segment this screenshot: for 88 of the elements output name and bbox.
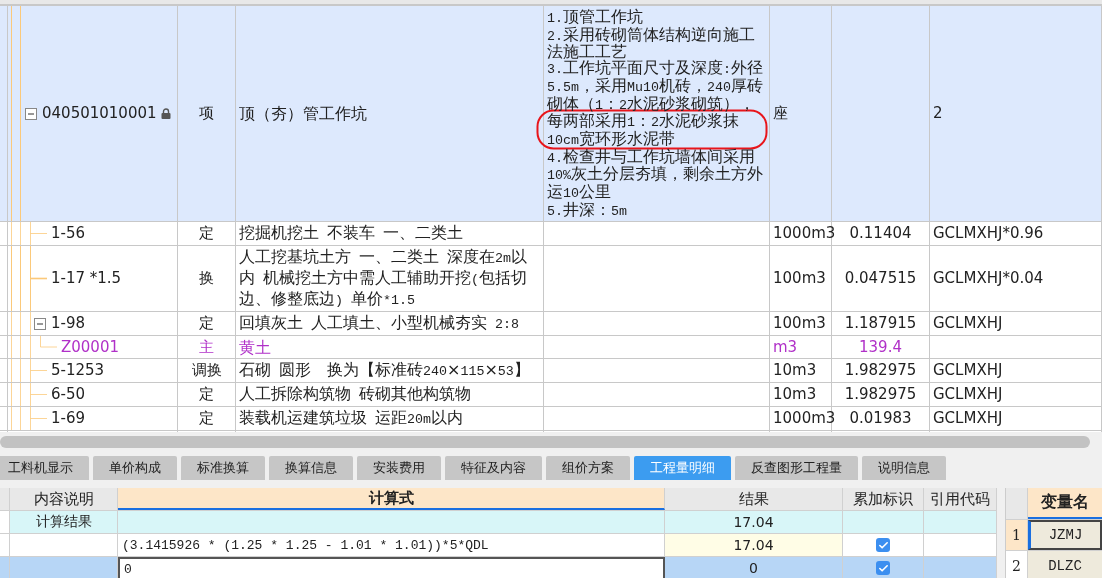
tab[interactable]: 工料机显示 <box>0 456 89 480</box>
item-type: 主 <box>199 337 214 357</box>
item-expression: GCLMXHJ <box>933 385 1003 405</box>
item-quantity: 139.4 <box>859 337 902 357</box>
result-cell: 0 <box>665 557 843 578</box>
item-quantity: 1.982975 <box>844 361 917 381</box>
item-code: 1-17 *1.5 <box>51 269 122 289</box>
tab[interactable]: 单价构成 <box>93 456 177 480</box>
column-header: 结果 <box>665 488 843 510</box>
item-type: 定 <box>199 314 214 334</box>
item-quantity: 0.01983 <box>849 409 912 429</box>
tab[interactable]: 安装费用 <box>357 456 441 480</box>
item-code: 1-56 <box>51 224 86 244</box>
tab[interactable]: 组价方案 <box>546 456 630 480</box>
item-name: 人工拆除构筑物 砖砌其他构筑物 <box>239 384 471 406</box>
horizontal-scrollbar[interactable] <box>0 436 1090 448</box>
item-unit: m3 <box>773 337 798 357</box>
formula-cell[interactable] <box>118 511 665 533</box>
item-unit: 座 <box>773 104 788 124</box>
tab[interactable]: 换算信息 <box>269 456 353 480</box>
item-name: 装载机运建筑垃圾 运距20m以内 <box>239 408 463 430</box>
column-header: 变量名 <box>1028 488 1102 519</box>
item-expression: GCLMXHJ*0.96 <box>933 224 1044 244</box>
item-type: 定 <box>199 409 214 429</box>
item-unit: 100m3 <box>773 314 826 334</box>
collapse-toggle-icon[interactable] <box>34 317 46 330</box>
tree-lines <box>11 383 47 407</box>
item-type: 调换 <box>191 361 222 381</box>
table-row[interactable]: 1-98 定 回填灰土 人工填土、小型机械夯实 2:8 100m3 1.187915 GCLMXHJ <box>0 312 1102 337</box>
item-code: 5-1253 <box>51 361 105 381</box>
item-code: 1-69 <box>51 409 86 429</box>
item-expression: GCLMXHJ <box>933 409 1003 429</box>
item-quantity: 0.047515 <box>844 269 917 289</box>
item-name: 回填灰土 人工填土、小型机械夯实 2:8 <box>239 313 519 335</box>
accumulate-checkbox[interactable] <box>876 538 890 552</box>
table-row[interactable]: 1-17 *1.5 换 人工挖基坑土方 一、二类土 深度在2m以内 机械挖土方中需人工辅助开挖(包括切边、修整底边) 单价*1.5 100m3 0.047515 GCLMXHJ*0.04 <box>0 246 1102 313</box>
item-type: 项 <box>199 104 214 124</box>
tab[interactable]: 标准换算 <box>181 456 265 480</box>
item-features: 1.顶管工作坑 2.采用砖砌筒体结构逆向施工法施工工艺 3.工作坑平面尺寸及深度:外径5.5m，采用Mu10机砖，240厚砖砌体（1：2水泥砂浆砌筑），每两部采用1：2水泥砂浆抹10cm宽环形水泥带 4.检查井与工作坑墙体间采用10%灰土分层夯填，剩余土方外运10公里 5.井深：5m <box>547 7 764 221</box>
table-row[interactable]: 040501010001 项 顶（夯）管工作坑 1.顶管工作坑 2.采用砖砌筒体结构逆向施工法施工工艺 3.工作坑平面尺寸及深度:外径5.5m，采用Mu10机砖，240厚砖砌体（1：2水泥砂浆砌筑），每两部采用1：2水泥砂浆抹10cm宽环形水泥带 4.检查井与工作坑墙体间采用10%灰土分层夯填，剩余土方外运10公里 5.井深：5m 座 2 <box>0 6 1102 223</box>
row-number: 1 <box>1006 520 1028 550</box>
tab[interactable]: 反查图形工程量 <box>735 456 858 480</box>
item-code: 040501010001 <box>42 104 157 124</box>
collapse-toggle-icon[interactable] <box>25 107 37 120</box>
item-code: Z00001 <box>61 337 119 357</box>
item-unit: 1000m3 <box>773 409 836 429</box>
table-row[interactable]: 1-56 定 挖掘机挖土 不装车 一、二类土 1000m3 0.11404 GCLMXHJ*0.96 <box>0 222 1102 247</box>
row-header-cell[interactable] <box>0 557 10 578</box>
result-cell: 17.04 <box>665 534 843 556</box>
item-expression: GCLMXHJ <box>933 314 1003 334</box>
tab[interactable]: 说明信息 <box>862 456 946 480</box>
item-expression: 2 <box>933 104 943 124</box>
accumulate-checkbox[interactable] <box>876 561 890 575</box>
table-row[interactable]: 5-1253 调换 石砌 圆形 换为【标准砖240×115×53】 10m3 1.982975 GCLMXHJ <box>0 359 1102 384</box>
variable-name[interactable]: JZMJ <box>1028 520 1102 550</box>
table-row[interactable]: Z00001 主 黄土 m3 139.4 <box>0 336 1102 360</box>
item-type: 定 <box>199 224 214 244</box>
item-name: 黄土 <box>239 337 271 357</box>
item-name: 人工挖基坑土方 一、二类土 深度在2m以内 机械挖土方中需人工辅助开挖(包括切边、修整底边) 单价*1.5 <box>239 247 528 311</box>
item-name: 石砌 圆形 换为【标准砖240×115×53】 <box>239 360 530 382</box>
item-quantity: 0.11404 <box>849 224 912 244</box>
item-expression: GCLMXHJ <box>933 361 1003 381</box>
item-code: 6-50 <box>51 385 86 405</box>
tree-lines <box>11 359 47 383</box>
item-code: 1-98 <box>51 314 86 334</box>
variable-name[interactable]: DLZC <box>1028 551 1102 578</box>
item-name: 顶（夯）管工作坑 <box>239 104 367 124</box>
item-unit: 1000m3 <box>773 224 836 244</box>
tree-lines <box>11 407 47 431</box>
item-expression: GCLMXHJ*0.04 <box>933 269 1044 289</box>
column-header: 累加标识 <box>843 488 924 510</box>
table-row[interactable]: 1-69 定 装载机运建筑垃圾 运距20m以内 1000m3 0.01983 GCLMXHJ <box>0 407 1102 432</box>
table-row[interactable]: 6-50 定 人工拆除构筑物 砖砌其他构筑物 10m3 1.982975 GCLMXHJ <box>0 383 1102 408</box>
result-cell: 17.04 <box>665 511 843 533</box>
item-type: 换 <box>199 269 214 289</box>
description-cell: 计算结果 <box>10 511 118 533</box>
column-header: 引用代码 <box>924 488 997 510</box>
formula-cell[interactable]: 0 <box>118 557 665 578</box>
column-header: 内容说明 <box>10 488 118 510</box>
item-unit: 100m3 <box>773 269 826 289</box>
item-name: 挖掘机挖土 不装车 一、二类土 <box>239 223 463 245</box>
item-quantity: 1.982975 <box>844 385 917 405</box>
column-header: 计算式 <box>118 488 665 510</box>
item-quantity: 1.187915 <box>844 314 917 334</box>
item-unit: 10m3 <box>773 361 817 381</box>
item-type: 定 <box>199 385 214 405</box>
tab[interactable]: 特征及内容 <box>445 456 542 480</box>
item-unit: 10m3 <box>773 385 817 405</box>
